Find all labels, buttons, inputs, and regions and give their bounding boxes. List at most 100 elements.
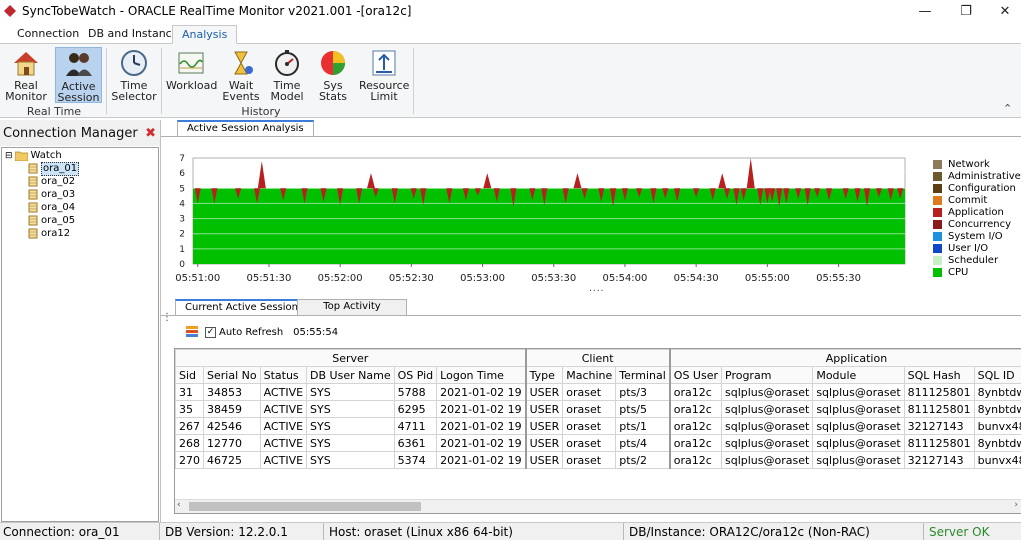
maximize-button[interactable]: ❐ xyxy=(946,0,986,22)
horizontal-scrollbar[interactable]: ‹ › xyxy=(175,499,1021,513)
legend-item: CPU xyxy=(933,266,1021,278)
table-cell: ora12c xyxy=(668,383,722,401)
table-row[interactable]: 35 38459 ACTIVE SYS 6295 2021-01-02 19 USER ora… xyxy=(175,400,1021,418)
table-row[interactable]: 270 46725 ACTIVE SYS 5374 2021-01-02 19 USER or… xyxy=(175,451,1021,469)
table-cell: 38459 xyxy=(203,400,261,418)
close-panel-icon[interactable]: ✖ xyxy=(145,126,156,141)
tree-item-ora-01[interactable]: ora_01 xyxy=(28,161,80,176)
resource-limit-button[interactable]: Resource Limit xyxy=(359,47,409,103)
ribbon-tab-bar: Connection DB and Instance Analysis xyxy=(0,22,1021,44)
time-model-button[interactable]: Time Model xyxy=(266,47,308,103)
sys-stats-button[interactable]: Sys Stats xyxy=(312,47,354,103)
table-cell: ora12c xyxy=(668,451,722,469)
column-header[interactable]: Program xyxy=(720,366,814,384)
legend-label: System I/O xyxy=(948,230,1003,242)
legend-swatch xyxy=(933,243,942,253)
column-header[interactable]: OS User xyxy=(668,366,722,384)
column-header[interactable]: Sid xyxy=(175,366,204,384)
legend-label: Scheduler xyxy=(948,254,999,266)
tree-item-ora-02[interactable]: ora_02 xyxy=(28,175,75,188)
tree-item-ora-05[interactable]: ora_05 xyxy=(28,214,75,227)
table-cell: pts/4 xyxy=(615,434,671,452)
active-sessions-grid: Server Client Application Sid Serial No Stat… xyxy=(174,348,1021,514)
close-window-button[interactable]: ✕ xyxy=(985,0,1021,22)
table-cell: SYS xyxy=(306,434,395,452)
table-row[interactable]: 268 12770 ACTIVE SYS 6361 2021-01-02 19 USER or… xyxy=(175,434,1021,452)
waveform-icon xyxy=(178,52,204,74)
tree-item-ora12[interactable]: ora12 xyxy=(28,227,70,240)
tab-connection[interactable]: Connection xyxy=(8,25,88,44)
column-group-server: Server xyxy=(175,349,527,367)
table-row[interactable]: 267 42546 ACTIVE SYS 4711 2021-01-02 19 USER or… xyxy=(175,417,1021,435)
legend-item: Administrative xyxy=(933,170,1021,182)
scroll-left-icon[interactable]: ‹ xyxy=(177,500,181,510)
active-session-button[interactable]: Active Session xyxy=(55,47,102,103)
clock-icon xyxy=(121,50,147,76)
pie-chart-icon xyxy=(321,51,345,75)
house-icon xyxy=(14,52,38,76)
folder-icon xyxy=(14,151,28,161)
table-cell: 46725 xyxy=(203,451,261,469)
sessions-table-body: 31 34853 ACTIVE SYS 5788 2021-01-02 19 USER ora… xyxy=(175,383,1021,469)
column-header[interactable]: OS Pid xyxy=(393,366,438,384)
legend-label: Concurrency xyxy=(948,218,1012,230)
column-header[interactable]: SQL Hash xyxy=(903,366,975,384)
scroll-right-icon[interactable]: › xyxy=(1014,500,1018,510)
legend-label: Configuration xyxy=(948,182,1016,194)
tab-analysis[interactable]: Analysis xyxy=(172,25,238,44)
tab-top-activity[interactable]: Top Activity xyxy=(297,299,407,315)
workload-button[interactable]: Workload xyxy=(166,47,217,103)
x-tick-label: 05:52:00 xyxy=(318,273,363,284)
table-cell: SYS xyxy=(306,383,395,401)
y-tick-label: 6 xyxy=(179,169,185,179)
column-group-application: Application xyxy=(668,349,1021,367)
column-header[interactable]: Serial No xyxy=(203,366,261,384)
collapse-toggle-icon[interactable]: ⊟ xyxy=(5,150,13,162)
y-tick-label: 0 xyxy=(179,260,185,270)
auto-refresh-bar: ✓ Auto Refresh 05:55:54 xyxy=(185,324,338,340)
column-header[interactable]: Terminal xyxy=(615,366,671,384)
column-header[interactable]: Type xyxy=(524,366,564,384)
wait-events-button[interactable]: Wait Events xyxy=(220,47,262,103)
x-tick-label: 05:52:30 xyxy=(389,273,434,284)
table-row[interactable]: 31 34853 ACTIVE SYS 5788 2021-01-02 19 USER ora… xyxy=(175,383,1021,401)
status-db-version: DB Version: 12.2.0.1 xyxy=(162,523,324,540)
table-cell: ACTIVE xyxy=(259,451,308,469)
splitter-handle[interactable]: .... xyxy=(589,284,604,294)
time-selector-button[interactable]: Time Selector xyxy=(111,47,157,103)
columns-icon[interactable] xyxy=(185,325,199,339)
table-cell: ora12c xyxy=(668,434,722,452)
tree-node-watch[interactable]: ⊟ Watch xyxy=(5,149,62,162)
column-header[interactable]: DB User Name xyxy=(306,366,395,384)
table-cell: oraset xyxy=(562,434,617,452)
minimize-button[interactable]: — xyxy=(905,0,945,22)
column-header[interactable]: Logon Time xyxy=(436,366,527,384)
hourglass-icon xyxy=(234,51,253,75)
column-header[interactable]: Module xyxy=(812,366,905,384)
tree-item-ora-03[interactable]: ora_03 xyxy=(28,188,75,201)
column-header[interactable]: Status xyxy=(259,366,308,384)
auto-refresh-checkbox[interactable]: ✓ xyxy=(205,326,216,338)
scrollbar-thumb[interactable] xyxy=(189,502,421,511)
users-icon xyxy=(65,53,92,76)
table-cell: 8ynbtdws5 xyxy=(973,434,1021,452)
table-cell: ACTIVE xyxy=(259,434,308,452)
real-monitor-button[interactable]: Real Monitor xyxy=(3,47,49,103)
table-cell: bunvx480y xyxy=(973,451,1021,469)
collapse-ribbon-button[interactable]: ⌃ xyxy=(1003,102,1012,115)
app-logo-icon xyxy=(4,5,16,17)
column-header[interactable]: Machine xyxy=(562,366,617,384)
table-cell: 5788 xyxy=(393,383,438,401)
tree-item-ora-04[interactable]: ora_04 xyxy=(28,201,75,214)
database-icon xyxy=(28,215,38,226)
tab-current-active-sessions[interactable]: Current Active Sessions xyxy=(175,299,314,315)
table-cell: sqlplus@oraset xyxy=(812,417,905,435)
table-cell: pts/1 xyxy=(615,417,671,435)
table-cell: USER xyxy=(524,383,564,401)
database-icon xyxy=(28,228,38,239)
column-header[interactable]: SQL ID xyxy=(973,366,1021,384)
tab-active-session-analysis[interactable]: Active Session Analysis xyxy=(177,120,314,136)
x-tick-label: 05:54:00 xyxy=(602,273,647,284)
table-cell: oraset xyxy=(562,417,617,435)
side-splitter-handle[interactable]: ⋮ xyxy=(162,312,172,323)
